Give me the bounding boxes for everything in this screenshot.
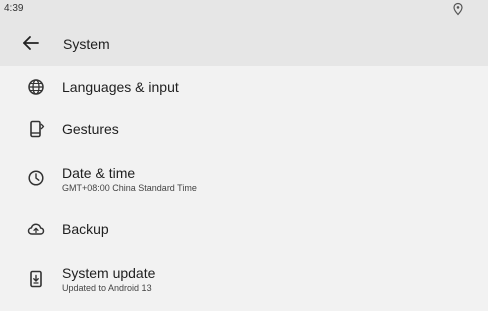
settings-item-date-time[interactable]: Date & time GMT+08:00 China Standard Tim…	[0, 150, 488, 206]
settings-item-summary: GMT+08:00 China Standard Time	[62, 183, 197, 193]
settings-item-label: Languages & input	[62, 79, 179, 95]
status-bar: 4:39	[0, 0, 488, 20]
settings-item-label: Gestures	[62, 121, 119, 137]
settings-item-system-update[interactable]: System update Updated to Android 13	[0, 252, 488, 308]
cloud-backup-icon	[27, 220, 45, 238]
location-icon	[452, 2, 464, 16]
status-time: 4:39	[4, 3, 24, 14]
system-update-icon	[27, 270, 45, 288]
settings-item-label: System update	[62, 265, 156, 281]
settings-screen: 4:39 System Languages & input Gestures D…	[0, 0, 488, 311]
page-title: System	[63, 36, 110, 52]
gestures-phone-icon	[27, 120, 45, 138]
settings-item-backup[interactable]: Backup	[0, 206, 488, 252]
settings-item-summary: Updated to Android 13	[62, 283, 152, 293]
settings-item-languages[interactable]: Languages & input	[0, 66, 488, 108]
settings-item-label: Date & time	[62, 165, 136, 181]
settings-item-gestures[interactable]: Gestures	[0, 108, 488, 150]
app-bar: System	[0, 20, 488, 66]
settings-item-label: Backup	[62, 221, 109, 237]
back-arrow-icon[interactable]	[20, 33, 42, 53]
globe-icon	[27, 78, 45, 96]
clock-icon	[27, 169, 45, 187]
